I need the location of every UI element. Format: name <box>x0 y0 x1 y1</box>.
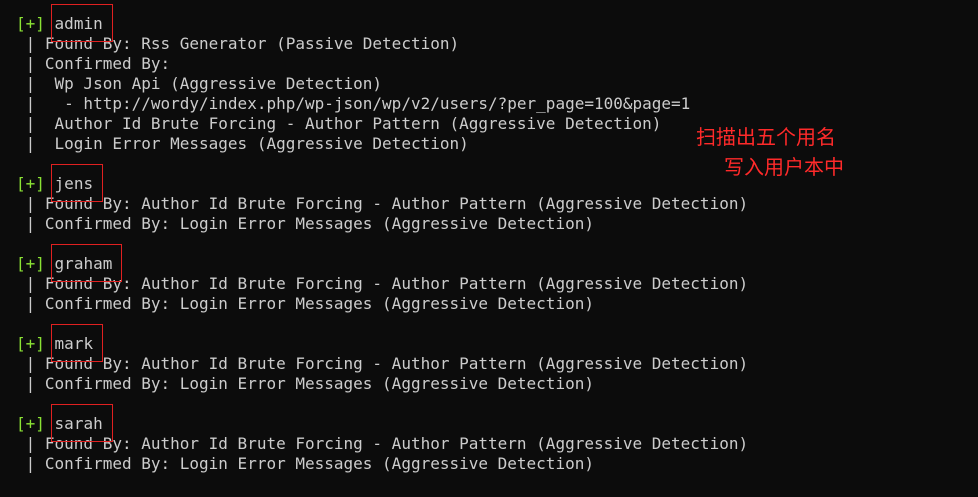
detail-line: | Found By: Rss Generator (Passive Detec… <box>16 34 460 53</box>
detail-line: | Found By: Author Id Brute Forcing - Au… <box>16 354 749 373</box>
success-prefix: [+] <box>16 334 45 353</box>
detail-line: | Confirmed By: <box>16 54 171 73</box>
user-header-graham: [+] graham <box>16 244 956 282</box>
user-header-mark: [+] mark <box>16 324 956 362</box>
detail-line: | Wp Json Api (Aggressive Detection) <box>16 74 383 93</box>
annotation-line-2: 写入用户本中 <box>724 155 844 179</box>
success-prefix: [+] <box>16 174 45 193</box>
success-prefix: [+] <box>16 254 45 273</box>
username-admin: admin <box>50 4 113 42</box>
username-jens: jens <box>50 164 103 202</box>
detail-line: | Found By: Author Id Brute Forcing - Au… <box>16 274 749 293</box>
success-prefix: [+] <box>16 14 45 33</box>
username-mark: mark <box>50 324 103 362</box>
detail-line: | Confirmed By: Login Error Messages (Ag… <box>16 214 594 233</box>
detail-line: | Confirmed By: Login Error Messages (Ag… <box>16 294 594 313</box>
user-header-sarah: [+] sarah <box>16 404 956 442</box>
annotation-line-1: 扫描出五个用名 <box>696 125 836 149</box>
detail-line: | Found By: Author Id Brute Forcing - Au… <box>16 194 749 213</box>
user-header-admin: [+] admin <box>16 4 956 42</box>
detail-line: | Found By: Author Id Brute Forcing - Au… <box>16 434 749 453</box>
detail-line: | - http://wordy/index.php/wp-json/wp/v2… <box>16 94 691 113</box>
username-graham: graham <box>50 244 123 282</box>
success-prefix: [+] <box>16 414 45 433</box>
username-sarah: sarah <box>50 404 113 442</box>
terminal-output: [+] admin | Found By: Rss Generator (Pas… <box>16 4 956 474</box>
detail-line: | Confirmed By: Login Error Messages (Ag… <box>16 454 594 473</box>
annotation-note: 扫描出五个用名 写入用户本中 <box>696 122 844 182</box>
detail-line: | Confirmed By: Login Error Messages (Ag… <box>16 374 594 393</box>
